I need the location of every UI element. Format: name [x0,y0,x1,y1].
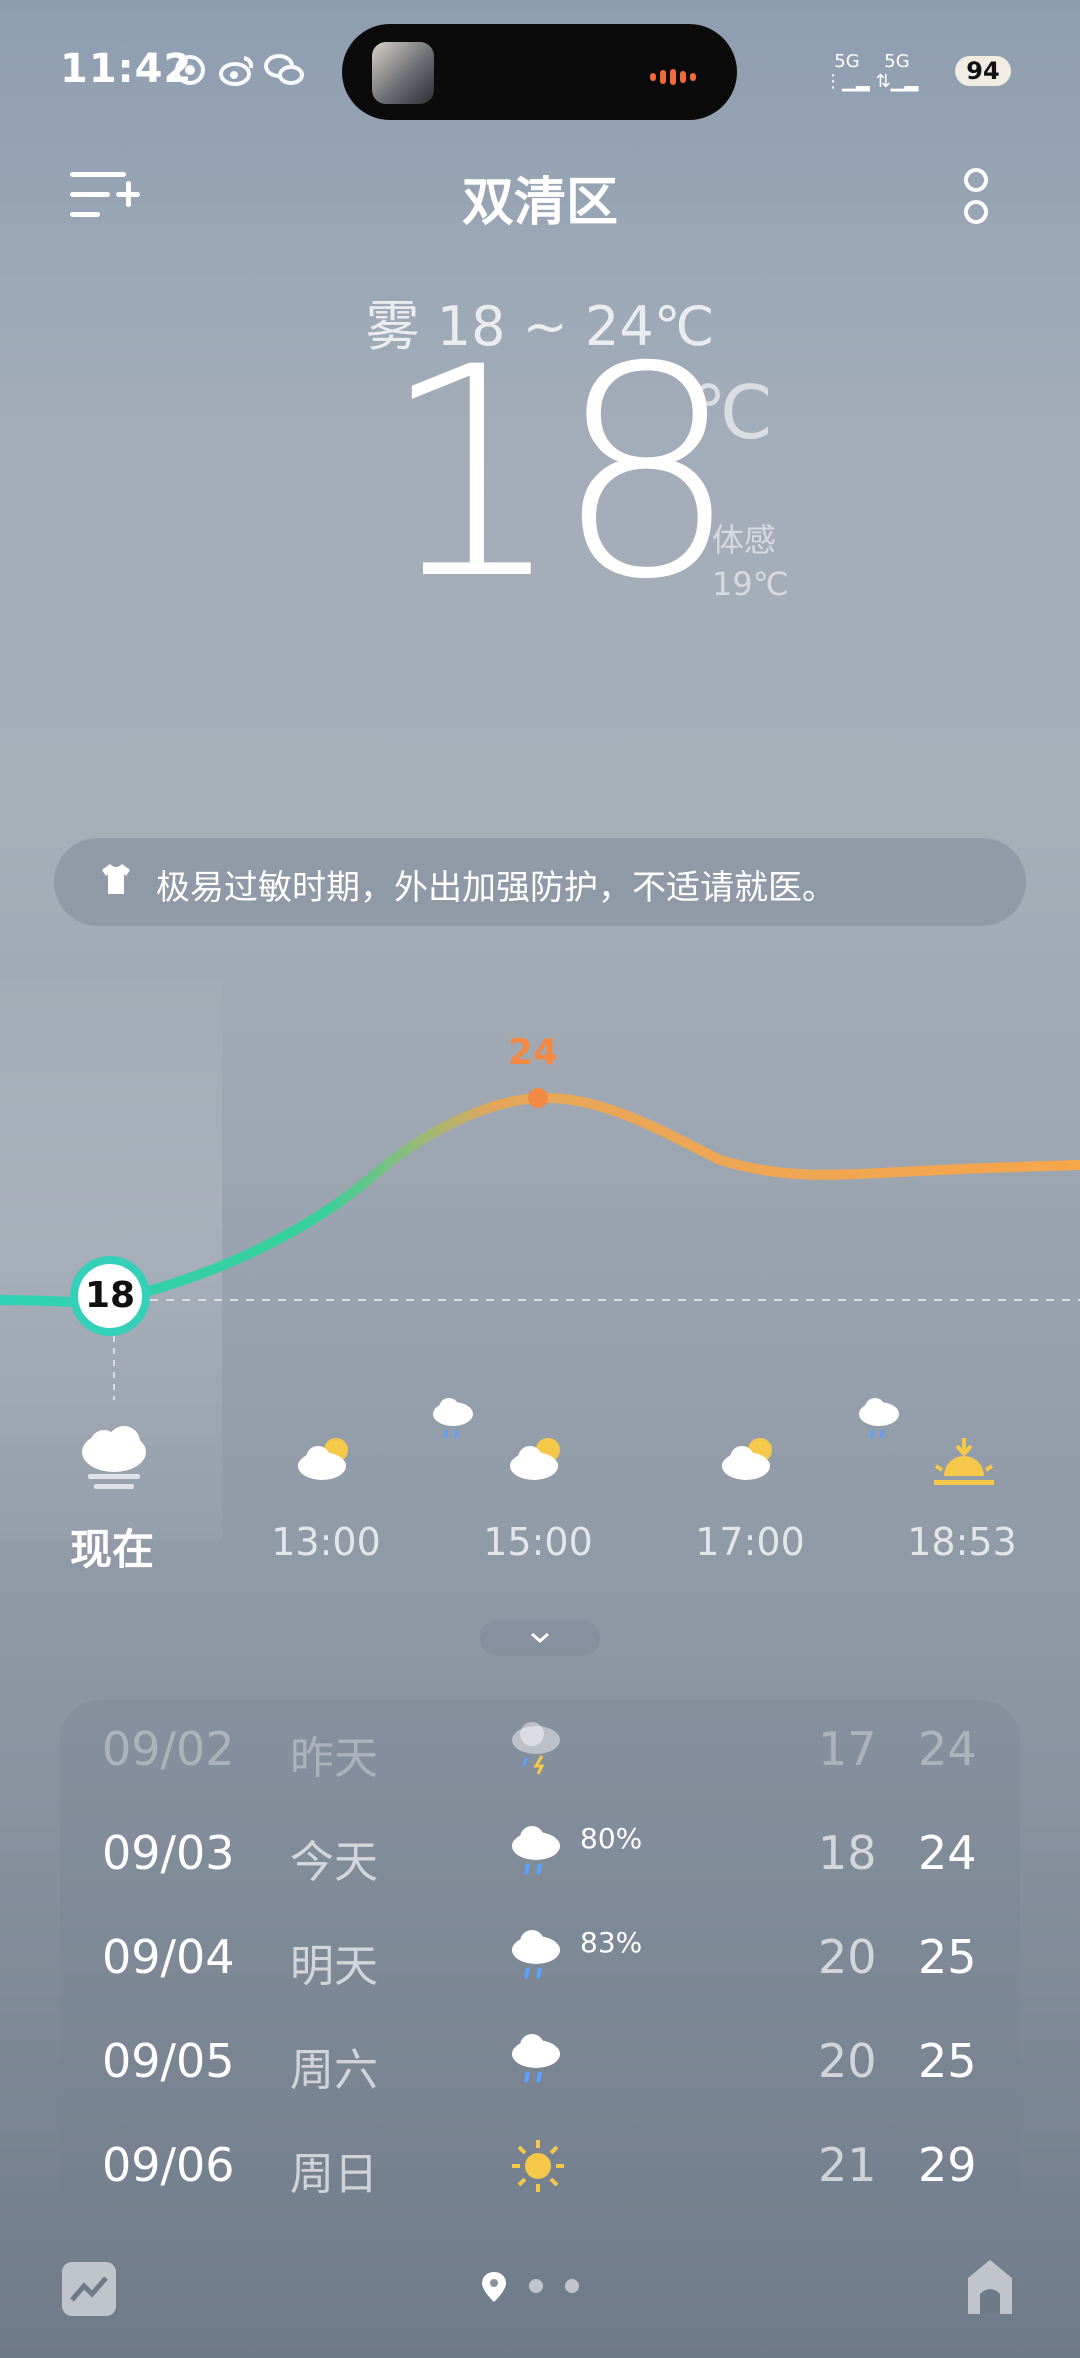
forecast-precip: 83% [580,1926,643,1959]
battery-indicator: 94 [955,56,1011,86]
more-options-icon[interactable] [964,168,990,224]
forecast-high: 24 [918,1722,977,1776]
rain-icon [508,2032,568,2100]
thunder-rain-icon [508,1720,568,1788]
shirt-icon [98,862,134,905]
forecast-row[interactable]: 09/04 明天 83% 20 25 [60,1908,1020,2008]
forecast-low: 21 [818,2138,877,2192]
trend-chart-icon[interactable] [62,2262,116,2316]
forecast-row[interactable]: 09/06 周日 21 29 [60,2116,1020,2216]
forecast-day: 周日 [290,2149,378,2200]
forecast-row[interactable]: 09/02 昨天 17 24 [60,1700,1020,1800]
current-temperature: 18 [380,306,739,643]
forecast-high: 25 [918,1930,977,1984]
forecast-low: 18 [818,1826,877,1880]
partly-cloudy-icon [276,1432,376,1499]
forecast-high: 24 [918,1826,977,1880]
home-icon[interactable] [962,2256,1018,2316]
forecast-day: 昨天 [290,1733,378,1784]
weibo-icon [218,52,256,97]
daily-forecast-card[interactable]: 09/02 昨天 17 24 09/03 今天 80% 18 24 09/04 … [60,1700,1020,2220]
expand-chevron-icon[interactable] [480,1620,600,1656]
partly-cloudy-icon [700,1432,800,1499]
forecast-high: 25 [918,2034,977,2088]
wechat-icon [264,52,304,97]
forecast-low: 20 [818,1930,877,1984]
sunny-icon [508,2136,568,2208]
rain-icon [508,1824,568,1892]
forecast-high: 29 [918,2138,977,2192]
forecast-date: 09/03 [102,1826,235,1880]
feels-like-label: 体感 [712,521,777,559]
forecast-low: 20 [818,2034,877,2088]
forecast-date: 09/04 [102,1930,235,1984]
audio-wave-icon [650,66,710,85]
peak-point [528,1088,548,1108]
page-indicator[interactable] [478,2268,598,2308]
signal-5g-2: 5G ⇅▁▂ [875,51,919,92]
partly-cloudy-icon [488,1432,588,1499]
hour-label: 17:00 [695,1520,805,1564]
signal-5g-1: 5G ⋮▁▂ [824,51,870,92]
media-thumbnail[interactable] [372,42,434,104]
forecast-date: 09/02 [102,1722,235,1776]
feels-like: 体感 19℃ [712,518,789,606]
health-tip-text: 极易过敏时期，外出加强防护，不适请就医。 [156,868,836,908]
hour-label-now: 现在 [70,1525,155,1574]
feels-like-value: 19℃ [712,565,789,603]
peak-temp-label: 24 [508,1032,559,1073]
fog-icon [64,1422,164,1507]
forecast-row[interactable]: 09/03 今天 80% 18 24 [60,1804,1020,1904]
hour-label: 15:00 [483,1520,593,1564]
sunset-icon [914,1436,1014,1503]
forecast-date: 09/05 [102,2034,235,2088]
forecast-day: 周六 [290,2045,378,2096]
city-title: 双清区 [461,173,618,233]
rain-icon [508,1928,568,1996]
hour-label: 13:00 [271,1520,381,1564]
temperature-unit: ℃ [690,370,774,456]
forecast-day: 明天 [290,1941,378,1992]
forecast-row[interactable]: 09/05 周六 20 25 [60,2012,1020,2112]
forecast-low: 17 [818,1722,877,1776]
forecast-precip: 80% [580,1822,643,1855]
app-notification-icon [172,52,208,97]
hour-label: 18:53 [907,1520,1017,1564]
forecast-day: 今天 [290,1837,378,1888]
temperature-line [0,1092,1080,1308]
now-temp-marker: 18 [70,1256,150,1336]
forecast-date: 09/06 [102,2138,235,2192]
